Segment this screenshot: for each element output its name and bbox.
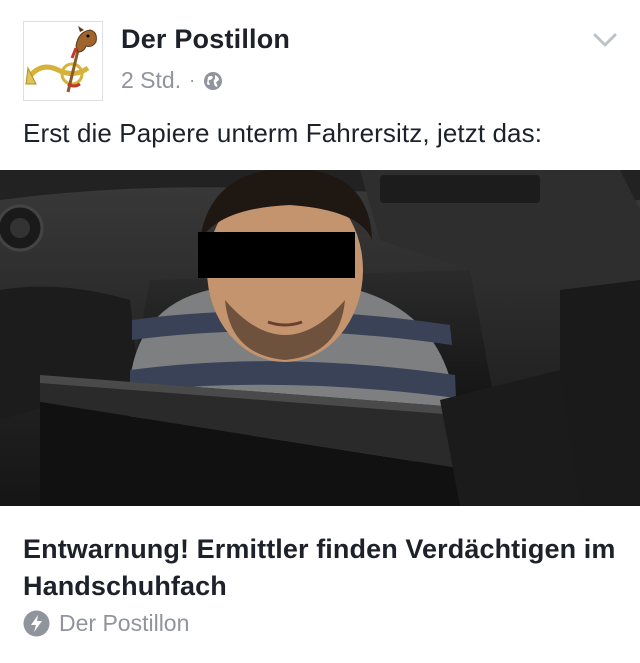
link-source-name: Der Postillon	[59, 610, 190, 636]
link-preview-title[interactable]: Entwarnung! Ermittler finden Verdächtige…	[23, 531, 623, 605]
link-preview-image[interactable]	[0, 170, 640, 506]
feed-post: Der Postillon 2 Std. · Erst die Papiere …	[0, 0, 640, 663]
globe-icon	[204, 71, 223, 90]
post-timestamp[interactable]: 2 Std.	[121, 67, 181, 94]
page-avatar[interactable]	[23, 21, 103, 101]
glovebox-photo	[0, 170, 640, 506]
meta-separator: ·	[189, 70, 196, 90]
postillon-logo	[24, 22, 102, 100]
page-name[interactable]: Der Postillon	[121, 24, 290, 55]
link-preview-source: Der Postillon	[23, 610, 189, 637]
post-text: Erst die Papiere unterm Fahrersitz, jetz…	[23, 118, 543, 148]
chevron-down-icon[interactable]	[592, 30, 618, 50]
instant-article-bolt-icon	[23, 610, 50, 637]
post-meta: 2 Std. ·	[121, 67, 223, 94]
